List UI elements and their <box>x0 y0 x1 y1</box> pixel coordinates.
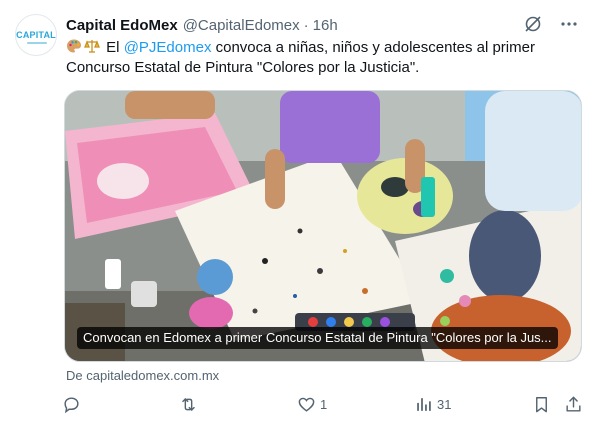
tweet-top-icons <box>523 14 579 34</box>
mention-link[interactable]: @PJEdomex <box>124 39 212 56</box>
share-icon <box>566 396 581 412</box>
views-icon <box>417 397 431 411</box>
card-title: Convocan en Edomex a primer Concurso Est… <box>77 327 558 349</box>
author-display-name[interactable]: Capital EdoMex <box>66 17 178 34</box>
avatar[interactable]: CAPITAL <box>15 14 57 56</box>
separator-dot: · <box>303 16 309 34</box>
artist-palette-icon <box>66 38 82 54</box>
card-image <box>65 91 581 361</box>
grok-icon[interactable] <box>523 14 543 34</box>
bookmark-button[interactable] <box>532 392 551 416</box>
share-button[interactable] <box>564 392 583 416</box>
avatar-logo-underline <box>27 42 47 44</box>
views-count: 31 <box>437 396 452 412</box>
tweet-timestamp[interactable]: 16h <box>313 17 338 34</box>
tweet-text-intro: El <box>106 39 124 56</box>
tweet-text: El @PJEdomex convoca a niñas, niños y ad… <box>66 38 586 78</box>
retweet-icon <box>182 397 195 411</box>
avatar-logo-text: CAPITAL <box>16 30 56 40</box>
reply-button[interactable] <box>62 392 85 416</box>
like-count: 1 <box>320 396 328 412</box>
tweet[interactable]: CAPITAL Capital EdoMex @CapitalEdomex · … <box>0 0 597 424</box>
heart-icon <box>298 397 315 412</box>
scales-icon <box>84 38 100 54</box>
bookmark-icon <box>536 396 547 412</box>
link-card[interactable]: Convocan en Edomex a primer Concurso Est… <box>64 90 582 362</box>
retweet-button[interactable] <box>179 392 202 416</box>
reply-icon <box>64 396 79 413</box>
card-source[interactable]: De capitaledomex.com.mx <box>66 368 219 383</box>
author-handle[interactable]: @CapitalEdomex <box>183 17 300 34</box>
more-options-icon[interactable] <box>559 14 579 34</box>
views-button[interactable]: 31 <box>414 392 451 416</box>
tweet-header: Capital EdoMex @CapitalEdomex · 16h <box>66 15 338 35</box>
like-button[interactable]: 1 <box>297 392 327 416</box>
action-bar: 1 31 <box>62 392 586 416</box>
